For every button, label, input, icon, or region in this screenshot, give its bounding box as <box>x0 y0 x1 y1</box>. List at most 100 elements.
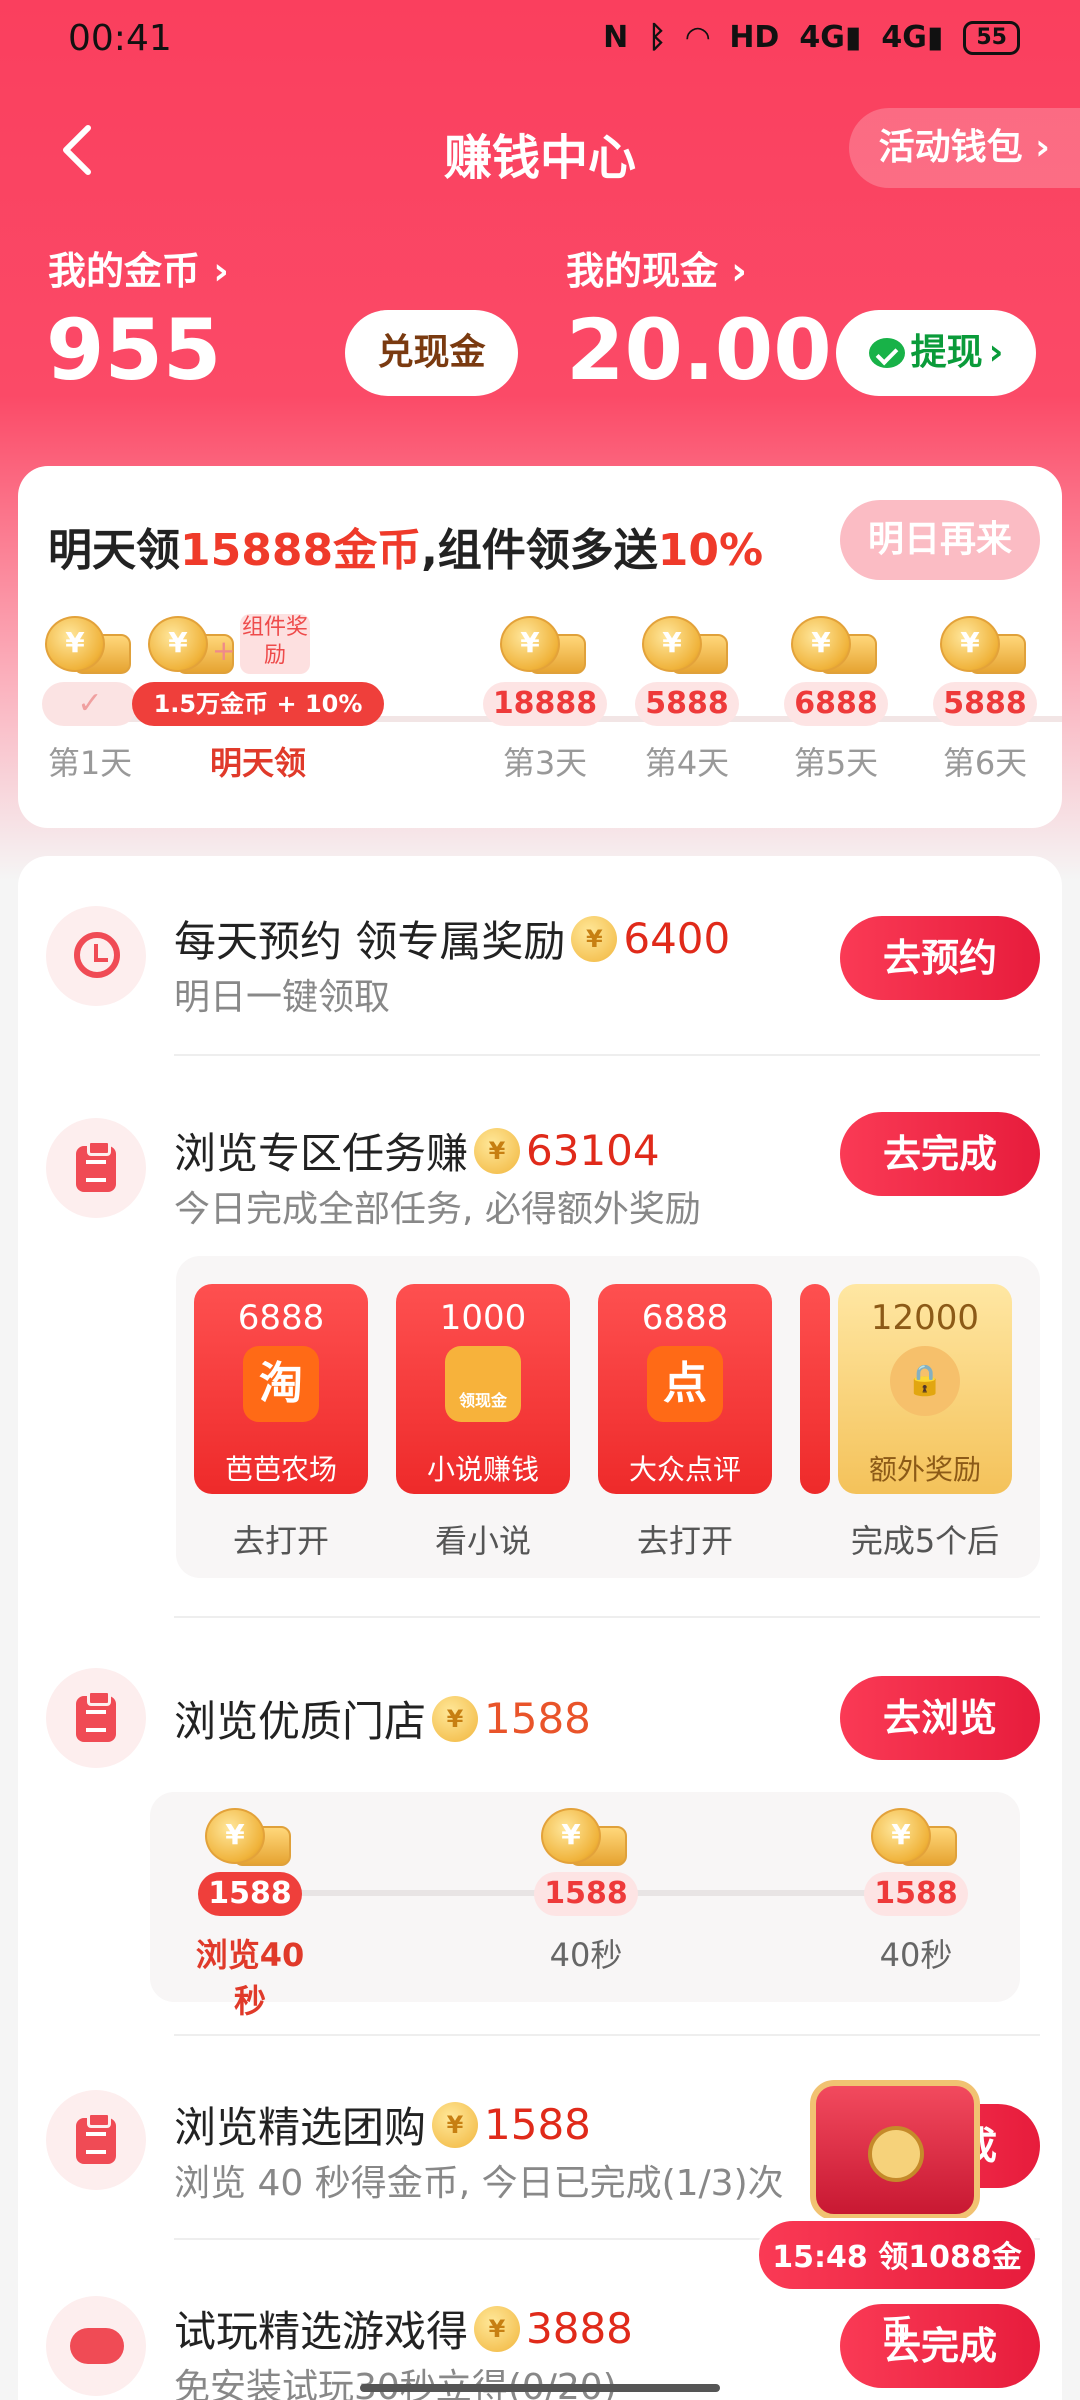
novel-logo-icon: 领现金 <box>445 1346 521 1422</box>
day-3: 18888 第3天 <box>480 616 610 784</box>
my-coins-link[interactable]: 我的金币 › <box>48 240 229 295</box>
coin-stack-icon <box>205 1808 295 1872</box>
coin-stack-icon <box>940 616 1030 680</box>
come-back-tomorrow-button[interactable]: 明日再来 <box>840 500 1040 580</box>
browse-progress: 1588 浏览40秒 1588 40秒 1588 40秒 <box>150 1792 1020 2020</box>
browse-step-2: 1588 40秒 <box>516 1808 656 1976</box>
exchange-cash-button[interactable]: 兑现金 <box>345 310 518 396</box>
clipboard-icon <box>46 1118 146 1218</box>
wallet-label: 活动钱包 <box>878 127 1023 168</box>
task-title: 浏览专区任务赚 ¥63104 <box>174 1126 660 1178</box>
complete-button[interactable]: 去完成 <box>840 2304 1040 2388</box>
app-points: 6888 <box>237 1298 325 1338</box>
hd-icon: HD <box>729 20 780 55</box>
clipboard-icon <box>46 2090 146 2190</box>
my-cash-link[interactable]: 我的现金 › <box>566 240 747 295</box>
task-reward: 1588 <box>484 2100 591 2149</box>
day-1: ✓ 第1天 <box>42 616 138 784</box>
day-4: 5888 第4天 <box>632 616 742 784</box>
status-time: 00:41 <box>68 18 172 59</box>
task-reward: 6400 <box>623 914 731 963</box>
task-subtitle: 明日一键领取 <box>174 977 391 1018</box>
app-task-novel[interactable]: 1000 领现金 小说赚钱 看小说 <box>396 1284 570 1562</box>
withdraw-button[interactable]: 提现 › <box>836 310 1036 396</box>
nav-bar: 赚钱中心 活动钱包 › <box>0 100 1080 200</box>
treasure-chest-icon[interactable] <box>810 2080 980 2220</box>
dianping-logo-icon: 点 <box>647 1346 723 1422</box>
taobao-logo-icon: 淘 <box>243 1346 319 1422</box>
status-bar: 00:41 N ᛒ ◠ HD 4G▮ 4G▮ 55 <box>0 0 1080 80</box>
app-tasks-carousel[interactable]: 6888 淘 芭芭农场 去打开 1000 领现金 小说赚钱 看小说 6888 点… <box>176 1256 1040 1578</box>
complete-button[interactable]: 去完成 <box>840 1112 1040 1196</box>
browse-button[interactable]: 去浏览 <box>840 1676 1040 1760</box>
bluetooth-icon: ᛒ <box>648 20 667 55</box>
coins-value: 955 <box>46 301 222 399</box>
4g-signal-icon: 4G▮ <box>799 20 862 55</box>
task-reward: 1588 <box>484 1694 591 1743</box>
day-badge: 5888 <box>635 682 739 726</box>
day-badge: 6888 <box>784 682 888 726</box>
divider <box>174 1054 1040 1056</box>
day-label: 第5天 <box>793 744 879 782</box>
divider <box>174 2034 1040 2036</box>
app-action: 去打开 <box>636 1522 733 1560</box>
app-task-extra-reward[interactable]: 12000 🔒 额外奖励 完成5个后 <box>838 1284 1012 1562</box>
app-points: 12000 <box>870 1298 980 1338</box>
home-indicator[interactable] <box>360 2384 720 2392</box>
lock-icon <box>868 2126 924 2182</box>
checkin-days: ✓ 第1天 + 组件奖励 1.5万金币 + 10% 明天领 18888 第3天 … <box>18 614 1062 806</box>
coin-stack-icon <box>791 616 881 680</box>
day-label: 明天领 <box>209 744 306 782</box>
task-reward: 3888 <box>526 2304 633 2353</box>
app-points: 1000 <box>439 1298 527 1338</box>
lock-icon: 🔒 <box>890 1346 960 1416</box>
activity-wallet-button[interactable]: 活动钱包 › <box>848 108 1080 188</box>
app-action: 去打开 <box>232 1522 329 1560</box>
browse-step-3: 1588 40秒 <box>846 1808 986 1976</box>
day-label: 第6天 <box>942 744 1028 782</box>
day-badge: 1.5万金币 + 10% <box>131 682 385 726</box>
browse-step-1: 1588 浏览40秒 <box>180 1808 320 2022</box>
app-card-peek <box>800 1284 830 1494</box>
task-title: 浏览精选团购 ¥1588 <box>174 2100 591 2152</box>
coin-icon: ¥ <box>571 915 618 962</box>
app-card: 1000 领现金 小说赚钱 <box>396 1284 570 1494</box>
clipboard-icon <box>46 1668 146 1768</box>
app-name: 小说赚钱 <box>426 1453 539 1486</box>
app-card: 6888 淘 芭芭农场 <box>194 1284 368 1494</box>
day-badge: ✓ <box>42 682 138 726</box>
step-label: 40秒 <box>879 1936 953 1974</box>
reserve-button[interactable]: 去预约 <box>840 916 1040 1000</box>
app-name: 大众点评 <box>628 1453 741 1486</box>
coin-stack-icon <box>45 616 135 680</box>
widget-reward-tag: 组件奖励 <box>240 614 310 674</box>
step-badge: 1588 <box>864 1872 968 1916</box>
battery-icon: 55 <box>963 20 1020 55</box>
cash-label: 我的现金 <box>566 249 719 293</box>
task-title: 浏览优质门店 ¥1588 <box>174 1694 591 1746</box>
app-task-baba-farm[interactable]: 6888 淘 芭芭农场 去打开 <box>194 1284 368 1562</box>
status-icons: N ᛒ ◠ HD 4G▮ 4G▮ 55 <box>603 20 1020 55</box>
chevron-right-icon: › <box>988 332 1004 373</box>
step-badge: 1588 <box>534 1872 638 1916</box>
day-5: 6888 第5天 <box>781 616 891 784</box>
plus-icon: + <box>212 634 236 667</box>
coin-stack-icon <box>541 1808 631 1872</box>
gamepad-icon <box>46 2296 146 2396</box>
coin-icon: ¥ <box>432 2101 479 2148</box>
app-name: 芭芭农场 <box>224 1453 337 1486</box>
floating-reward-timer[interactable]: 15:48 领1088金币 <box>756 2218 1038 2349</box>
app-name: 额外奖励 <box>868 1453 981 1486</box>
alarm-clock-icon <box>46 906 146 1006</box>
divider <box>174 1616 1040 1618</box>
task-subtitle: 今日完成全部任务, 必得额外奖励 <box>174 1189 701 1230</box>
coin-stack-icon <box>642 616 732 680</box>
nfc-icon: N <box>603 20 629 55</box>
app-task-dianping[interactable]: 6888 点 大众点评 去打开 <box>598 1284 772 1562</box>
app-action: 完成5个后 <box>850 1522 1000 1560</box>
step-badge: 1588 <box>198 1872 302 1916</box>
day-badge: 5888 <box>933 682 1037 726</box>
coin-stack-icon <box>871 1808 961 1872</box>
checkin-card: 明天领15888金币,组件领多送10% 明日再来 ✓ 第1天 + 组件奖励 1.… <box>18 466 1062 828</box>
day-label: 第3天 <box>502 744 588 782</box>
